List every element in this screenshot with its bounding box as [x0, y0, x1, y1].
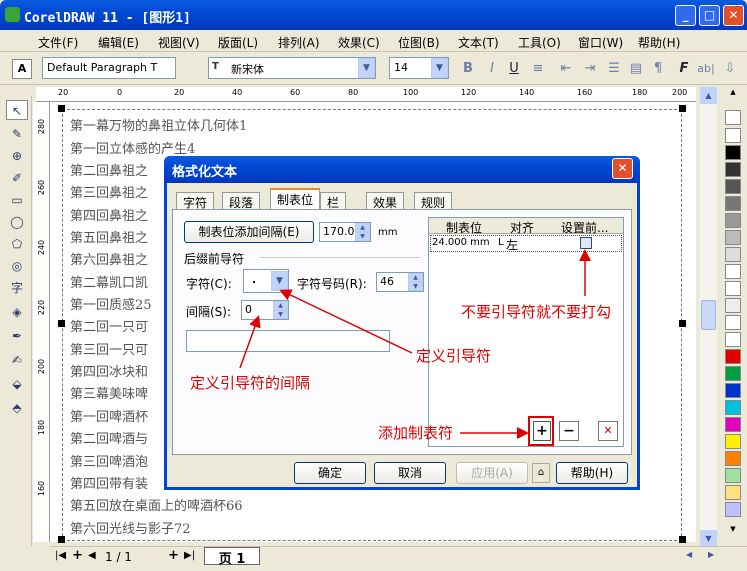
- arrow-to-spacing: [239, 315, 261, 369]
- arrow-to-leader-char: [279, 289, 413, 354]
- annotation-arrows: [239, 249, 591, 439]
- annotation-add-tab: 添加制表符: [378, 424, 454, 442]
- annotation-define-spacing: 定义引导符的间隔: [190, 374, 311, 392]
- annotation-no-leader: 不要引导符就不要打勾: [461, 303, 612, 321]
- annotation-define-leader: 定义引导符: [416, 347, 492, 365]
